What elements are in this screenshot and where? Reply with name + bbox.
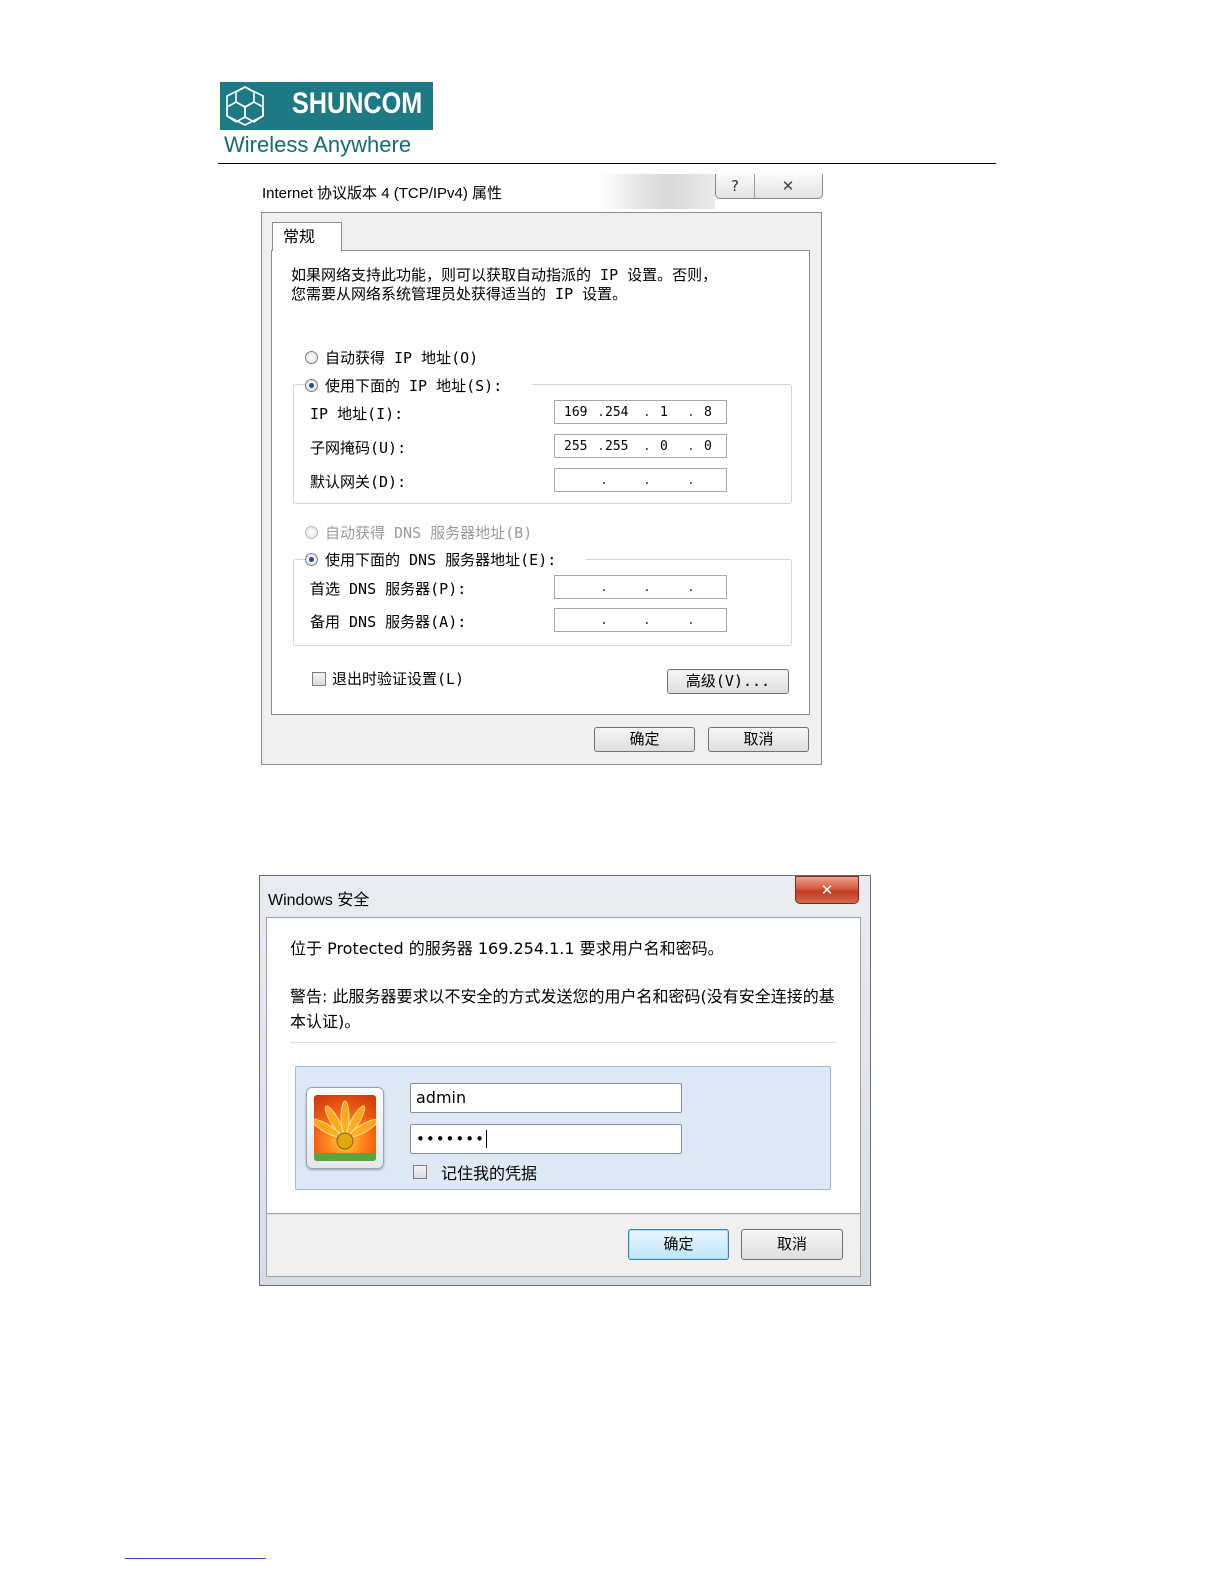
radio-auto-dns: 自动获得 DNS 服务器地址(B): [305, 522, 532, 543]
help-icon[interactable]: ?: [716, 174, 755, 198]
checkbox-icon[interactable]: [413, 1165, 427, 1179]
logo-tagline: Wireless Anywhere: [224, 132, 412, 157]
advanced-button[interactable]: 高级(V)...: [667, 669, 789, 694]
caption-buttons: ? ✕: [715, 174, 823, 199]
flower-icon: [314, 1095, 376, 1161]
remember-credentials-label: 记住我的凭据: [441, 1164, 538, 1183]
gateway-field[interactable]: . . .: [554, 468, 727, 492]
subnet-octet: 0: [704, 439, 712, 454]
checkbox-icon[interactable]: [312, 671, 326, 686]
ip-octet: 254: [605, 405, 629, 420]
ip-octet: 169: [564, 405, 588, 420]
security-dialog-title: Windows 安全: [268, 892, 370, 909]
validate-on-exit-label: 退出时验证设置(L): [332, 670, 465, 688]
close-icon[interactable]: ✕: [795, 876, 859, 904]
preferred-dns-label: 首选 DNS 服务器(P):: [310, 580, 467, 598]
titlebar-blur: [600, 174, 715, 209]
logo-cube-icon: [226, 86, 264, 126]
preferred-dns-field[interactable]: . . .: [554, 575, 727, 599]
radio-manual-ip-label: 使用下面的 IP 地址(S):: [325, 377, 503, 395]
cancel-button[interactable]: 取消: [708, 727, 809, 752]
tab-general[interactable]: 常规: [272, 222, 342, 251]
text-caret: ​: [485, 1130, 487, 1148]
user-avatar: [306, 1087, 384, 1169]
radio-manual-dns[interactable]: 使用下面的 DNS 服务器地址(E):: [305, 549, 587, 570]
password-input[interactable]: •••••••​: [410, 1124, 682, 1154]
radio-auto-dns-label: 自动获得 DNS 服务器地址(B): [325, 524, 533, 542]
ip-octet: 1: [660, 405, 668, 420]
description-line: 如果网络支持此功能，则可以获取自动指派的 IP 设置。否则，: [291, 266, 718, 284]
dns-group-box: [293, 559, 792, 646]
cancel-button[interactable]: 取消: [741, 1229, 843, 1260]
footer-link-underline: [125, 1558, 266, 1559]
subnet-octet: 0: [660, 439, 668, 454]
subnet-mask-field[interactable]: 255 . 255 . 0 . 0: [554, 434, 727, 458]
alternate-dns-field[interactable]: . . .: [554, 608, 727, 632]
ok-button[interactable]: 确定: [594, 727, 695, 752]
subnet-octet: 255: [605, 439, 629, 454]
radio-on-icon[interactable]: [305, 553, 318, 566]
description-line: 您需要从网络系统管理员处获得适当的 IP 设置。: [291, 285, 628, 303]
alternate-dns-label: 备用 DNS 服务器(A):: [310, 613, 467, 631]
gateway-label: 默认网关(D):: [310, 473, 407, 491]
remember-credentials-checkbox[interactable]: 记住我的凭据: [413, 1160, 537, 1184]
validate-on-exit-checkbox[interactable]: 退出时验证设置(L): [312, 668, 464, 689]
auth-message: 位于 Protected 的服务器 169.254.1.1 要求用户名和密码。: [290, 939, 724, 958]
close-icon[interactable]: ✕: [755, 174, 821, 198]
description-text: 如果网络支持此功能，则可以获取自动指派的 IP 设置。否则， 您需要从网络系统管…: [291, 266, 717, 304]
ip-address-field[interactable]: 169 . 254 . 1 . 8: [554, 400, 727, 424]
radio-off-icon[interactable]: [305, 351, 318, 364]
content-divider: [290, 1042, 836, 1043]
radio-manual-ip[interactable]: 使用下面的 IP 地址(S):: [305, 375, 533, 396]
header-divider: [218, 163, 996, 164]
password-mask: •••••••: [416, 1130, 485, 1148]
username-input[interactable]: admin: [410, 1083, 682, 1113]
ip-octet: 8: [704, 405, 712, 420]
auth-warning: 警告: 此服务器要求以不安全的方式发送您的用户名和密码(没有安全连接的基本认证)…: [290, 987, 835, 1031]
logo-brand-text: SHUNCOM: [292, 87, 423, 120]
ip-address-label: IP 地址(I):: [310, 405, 404, 423]
logo-box: SHUNCOM: [220, 82, 433, 130]
shuncom-logo: SHUNCOM Wireless Anywhere: [220, 82, 435, 160]
radio-on-icon[interactable]: [305, 379, 318, 392]
tcp-dialog-title: Internet 协议版本 4 (TCP/IPv4) 属性: [262, 185, 503, 202]
subnet-mask-label: 子网掩码(U):: [310, 439, 407, 457]
radio-auto-ip[interactable]: 自动获得 IP 地址(O): [305, 347, 478, 368]
radio-disabled-icon: [305, 526, 318, 539]
ok-button[interactable]: 确定: [628, 1229, 729, 1260]
radio-auto-ip-label: 自动获得 IP 地址(O): [325, 349, 479, 367]
subnet-octet: 255: [564, 439, 588, 454]
radio-manual-dns-label: 使用下面的 DNS 服务器地址(E):: [325, 551, 557, 569]
